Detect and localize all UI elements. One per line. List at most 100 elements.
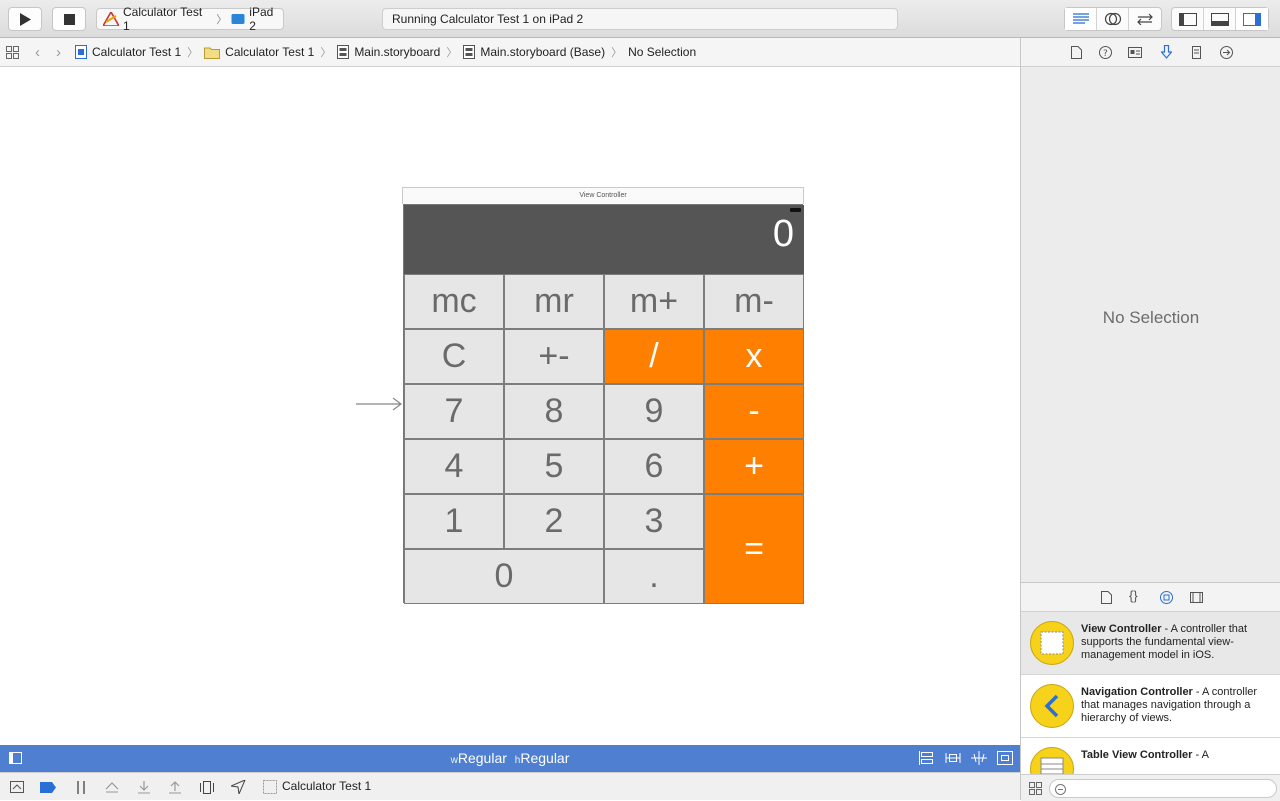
navigator-toggle-button[interactable] xyxy=(1172,8,1204,30)
code-snippet-icon[interactable]: {} xyxy=(1129,588,1138,603)
no-selection-label: No Selection xyxy=(1102,308,1200,327)
pause-icon[interactable] xyxy=(73,780,89,794)
stack-icon[interactable] xyxy=(918,750,936,766)
scene-title-bar[interactable]: View Controller xyxy=(402,187,804,204)
key-m-plus[interactable]: m+ xyxy=(604,274,704,329)
key-1[interactable]: 1 xyxy=(404,494,504,549)
size-class-bar: wRegular hRegular xyxy=(0,745,1020,772)
view-toggle-control xyxy=(1171,7,1269,31)
breadcrumb-group[interactable]: Calculator Test 1 〉 xyxy=(204,44,337,60)
stop-button[interactable] xyxy=(52,7,86,31)
key-sign[interactable]: +- xyxy=(504,329,604,384)
breadcrumb-file[interactable]: Main.storyboard 〉 xyxy=(337,44,463,60)
key-divide[interactable]: / xyxy=(604,329,704,384)
key-3[interactable]: 3 xyxy=(604,494,704,549)
pin-icon[interactable] xyxy=(970,750,988,766)
standard-editor-icon xyxy=(1072,13,1089,24)
library-filter-input[interactable] xyxy=(1049,779,1277,798)
key-7[interactable]: 7 xyxy=(404,384,504,439)
step-into-icon[interactable] xyxy=(136,780,152,794)
view-debugger-icon[interactable] xyxy=(199,780,215,794)
debug-area-toggle-button[interactable] xyxy=(1204,8,1236,30)
back-arrow-icon[interactable]: ‹ xyxy=(35,44,40,61)
key-m-minus[interactable]: m- xyxy=(704,274,804,329)
key-4[interactable]: 4 xyxy=(404,439,504,494)
filter-icon xyxy=(1054,783,1066,795)
key-2[interactable]: 2 xyxy=(504,494,604,549)
chevron-right-icon: 〉 xyxy=(187,47,199,59)
table-view-controller-icon xyxy=(1030,747,1074,774)
key-mr[interactable]: mr xyxy=(504,274,604,329)
utilities-toggle-button[interactable] xyxy=(1236,8,1268,30)
connections-inspector-icon[interactable] xyxy=(1219,45,1233,60)
breadcrumb-project[interactable]: Calculator Test 1 〉 xyxy=(75,44,204,60)
version-editor-button[interactable] xyxy=(1129,8,1161,30)
inspector-tabs: ? xyxy=(1021,38,1280,67)
breadcrumb-label: Main.storyboard xyxy=(354,45,441,59)
resolve-issues-icon[interactable] xyxy=(996,750,1014,766)
window-toolbar: Calculator Test 1 〉 iPad 2 Running Calcu… xyxy=(0,0,1280,38)
library-item-description: Navigation Controller - A controller tha… xyxy=(1081,686,1273,725)
key-5[interactable]: 5 xyxy=(504,439,604,494)
library-item-view-controller[interactable]: View Controller - A controller that supp… xyxy=(1021,612,1280,675)
initial-view-controller-arrow-icon[interactable] xyxy=(356,396,402,412)
display-value: 0 xyxy=(772,213,794,255)
key-minus[interactable]: - xyxy=(704,384,804,439)
key-0[interactable]: 0 xyxy=(404,549,604,604)
calculator-view[interactable]: 0 mc mr m+ m- C +- / x 7 8 9 - 4 5 6 + 1… xyxy=(403,204,804,604)
align-icon[interactable] xyxy=(944,750,962,766)
size-class-selector[interactable]: wRegular hRegular xyxy=(0,750,1020,766)
library-item-description: View Controller - A controller that supp… xyxy=(1081,623,1273,662)
key-equals[interactable]: = xyxy=(704,494,804,604)
library-item-navigation-controller[interactable]: Navigation Controller - A controller tha… xyxy=(1021,675,1280,738)
breadcrumb-localization[interactable]: Main.storyboard (Base) 〉 xyxy=(463,44,628,60)
chevron-right-icon: 〉 xyxy=(320,47,332,59)
library-item-title: Table View Controller xyxy=(1081,749,1193,761)
attributes-inspector-icon[interactable] xyxy=(1159,44,1173,60)
scheme-selector[interactable]: Calculator Test 1 〉 iPad 2 xyxy=(96,5,284,33)
grid-view-icon[interactable] xyxy=(1028,781,1042,795)
assistant-editor-button[interactable] xyxy=(1097,8,1129,30)
file-template-icon[interactable] xyxy=(1099,590,1113,605)
key-9[interactable]: 9 xyxy=(604,384,704,439)
key-clear[interactable]: C xyxy=(404,329,504,384)
forward-arrow-icon[interactable]: › xyxy=(56,44,61,61)
size-inspector-icon[interactable] xyxy=(1189,45,1203,60)
storyboard-icon xyxy=(463,45,476,59)
key-mc[interactable]: mc xyxy=(404,274,504,329)
step-out-icon[interactable] xyxy=(167,780,183,794)
library-item-description: Table View Controller - A xyxy=(1081,749,1273,762)
key-6[interactable]: 6 xyxy=(604,439,704,494)
breadcrumb-selection[interactable]: No Selection xyxy=(628,45,696,59)
folder-icon xyxy=(204,46,221,59)
calculator-display[interactable]: 0 xyxy=(404,205,804,274)
chevron-right-icon: 〉 xyxy=(446,47,458,59)
height-class-value: Regular xyxy=(520,750,570,766)
object-library-icon[interactable] xyxy=(1159,590,1173,605)
project-icon xyxy=(75,45,87,59)
quick-help-icon[interactable]: ? xyxy=(1098,45,1112,60)
key-8[interactable]: 8 xyxy=(504,384,604,439)
breadcrumb-label: Main.storyboard (Base) xyxy=(480,45,606,59)
step-over-icon[interactable] xyxy=(104,780,120,794)
file-inspector-icon[interactable] xyxy=(1069,45,1083,60)
scheme-target-label: Calculator Test 1 xyxy=(123,5,203,33)
chevron-right-icon: 〉 xyxy=(611,47,623,59)
related-items-icon[interactable] xyxy=(6,45,19,59)
right-panel-icon xyxy=(1243,12,1261,26)
process-label[interactable]: Calculator Test 1 xyxy=(282,779,371,793)
key-multiply[interactable]: x xyxy=(704,329,804,384)
view-controller-icon xyxy=(1030,621,1074,665)
key-dot[interactable]: . xyxy=(604,549,704,604)
media-library-icon[interactable] xyxy=(1189,590,1203,605)
library-item-table-view-controller[interactable]: Table View Controller - A xyxy=(1021,738,1280,774)
hide-debug-area-icon[interactable] xyxy=(9,780,25,794)
run-button[interactable] xyxy=(8,7,42,31)
standard-editor-button[interactable] xyxy=(1065,8,1097,30)
key-plus[interactable]: + xyxy=(704,439,804,494)
identity-inspector-icon[interactable] xyxy=(1128,45,1142,60)
breakpoints-icon[interactable] xyxy=(39,780,57,794)
left-panel-icon xyxy=(1178,12,1197,26)
location-icon[interactable] xyxy=(229,780,247,794)
battery-icon xyxy=(790,208,801,212)
